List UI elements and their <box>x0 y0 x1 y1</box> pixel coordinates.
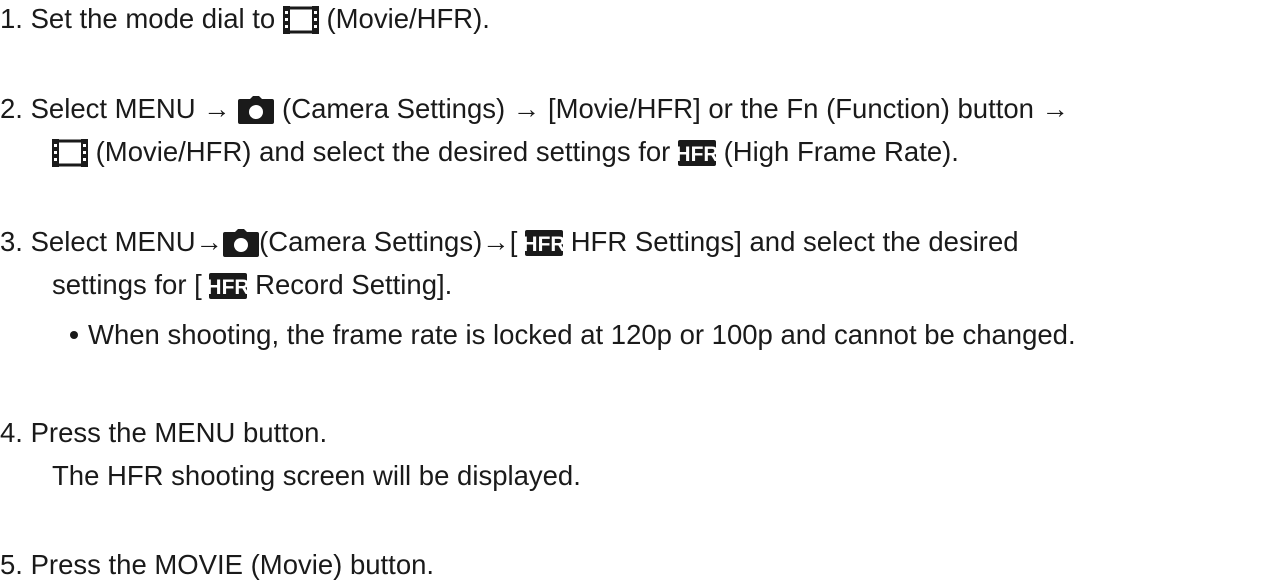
step-text: HFR Settings] and select the desired <box>570 226 1019 257</box>
step-4: 4. Press the MENU button. <box>0 416 327 450</box>
step-number: 5. <box>0 549 23 580</box>
step-text: Select MENU→ <box>30 226 224 257</box>
note-text: When shooting, the frame rate is locked … <box>88 319 1076 350</box>
step-text: Record Setting]. <box>255 269 453 300</box>
step-number: 4. <box>0 417 23 448</box>
step-text: settings for [ <box>52 269 202 300</box>
step-2: 2. Select MENU → (Camera Settings) → [Mo… <box>0 92 1069 126</box>
step-number: 1. <box>0 3 23 34</box>
step-text: Press the MENU button. <box>30 417 328 448</box>
hfr-icon-label: HFR <box>525 233 563 256</box>
step-1: 1. Set the mode dial to (Movie/HFR). <box>0 2 490 36</box>
step-text: (High Frame Rate). <box>723 136 959 167</box>
step-result-text: The HFR shooting screen will be displaye… <box>52 460 581 491</box>
hfr-icon: HFR <box>525 230 564 256</box>
hfr-icon-label: HFR <box>209 276 247 299</box>
procedure-steps: 1. Set the mode dial to (Movie/HFR). 2. … <box>0 0 1282 580</box>
step-text: Set the mode dial to <box>30 3 276 34</box>
step-number: 3. <box>0 226 23 257</box>
step-text: (Movie/HFR) and select the desired setti… <box>95 136 671 167</box>
step-text: (Camera Settings) → [Movie/HFR] or the F… <box>282 93 1070 124</box>
step-3-note: When shooting, the frame rate is locked … <box>88 318 1076 352</box>
movie-hfr-icon <box>52 139 88 167</box>
hfr-icon: HFR <box>677 140 716 166</box>
step-text: (Camera Settings)→[ <box>259 226 518 257</box>
step-text: Press the MOVIE (Movie) button. <box>30 549 435 580</box>
step-3: 3. Select MENU→ (Camera Settings)→[ HFR … <box>0 225 1019 259</box>
camera-settings-icon <box>238 96 275 124</box>
step-5: 5. Press the MOVIE (Movie) button. <box>0 548 434 582</box>
step-text: (Movie/HFR). <box>326 3 490 34</box>
movie-hfr-icon <box>282 6 319 34</box>
step-2-line-2: (Movie/HFR) and select the desired setti… <box>52 135 959 169</box>
step-number: 2. <box>0 93 23 124</box>
step-4-line-2: The HFR shooting screen will be displaye… <box>52 459 581 493</box>
bullet-dot <box>70 331 78 339</box>
camera-settings-icon <box>223 229 260 257</box>
step-text: Select MENU → <box>30 93 231 124</box>
hfr-icon-label: HFR <box>678 143 716 166</box>
step-3-line-2: settings for [ HFR Record Setting]. <box>52 268 452 302</box>
hfr-icon: HFR <box>209 273 248 299</box>
